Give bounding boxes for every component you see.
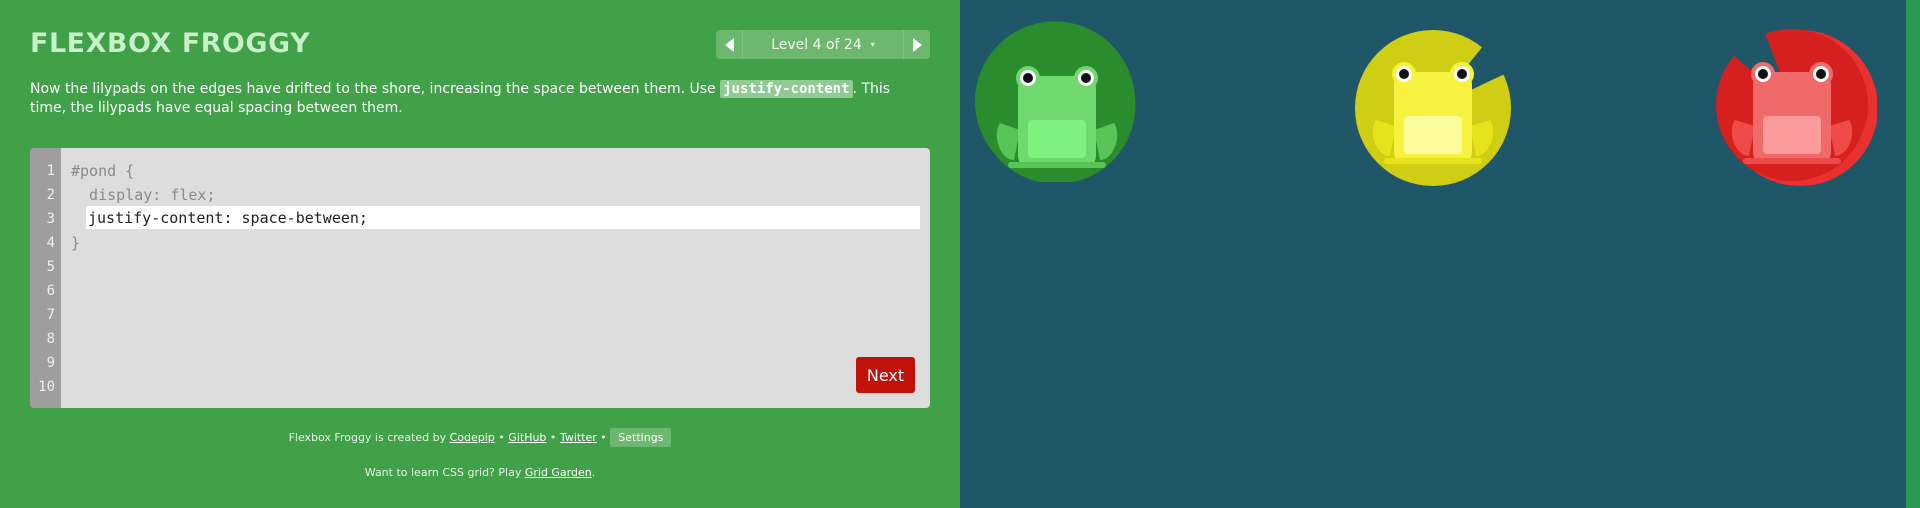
grid-garden-promo: Want to learn CSS grid? Play Grid Garden… — [0, 466, 960, 479]
code-line-selector: #pond { — [71, 162, 135, 180]
line-number: 10 — [38, 379, 55, 395]
yellow-frog-icon — [1355, 30, 1513, 186]
level-navigation: Level 4 of 24 ▾ — [716, 30, 930, 59]
code-keyword[interactable]: justify-content — [720, 80, 853, 98]
line-number: 8 — [46, 331, 55, 347]
logo: FLEXBOX FROGGY — [30, 28, 311, 59]
code-editor: 1 2 3 4 5 6 7 8 9 10 #pond { display: fl… — [30, 148, 930, 408]
line-number: 2 — [46, 187, 55, 203]
settings-button[interactable]: Settings — [610, 428, 672, 447]
red-frog-icon — [1716, 25, 1878, 186]
app-root: FLEXBOX FROGGY Level 4 of 24 ▾ Now the l… — [0, 0, 1920, 508]
sidebar: FLEXBOX FROGGY Level 4 of 24 ▾ Now the l… — [0, 0, 960, 508]
green-frog-icon — [975, 21, 1136, 182]
line-number: 9 — [46, 355, 55, 371]
bullet-separator: • — [549, 431, 557, 444]
grid-garden-link[interactable]: Grid Garden — [525, 466, 592, 479]
line-number: 6 — [46, 283, 55, 299]
yellow-lilypad-frog — [1348, 20, 1518, 190]
line-number-gutter: 1 2 3 4 5 6 7 8 9 10 — [30, 148, 61, 408]
line-number: 7 — [46, 307, 55, 323]
code-line-display: display: flex; — [71, 186, 216, 204]
credits: Flexbox Froggy is created by Codepip • G… — [0, 428, 960, 447]
caret-down-icon: ▾ — [870, 40, 875, 49]
red-lilypad-frog — [1707, 20, 1878, 190]
promo-text: Want to learn CSS grid? Play — [364, 466, 522, 479]
line-number: 3 — [46, 211, 55, 227]
promo-suffix: . — [591, 466, 596, 479]
instructions: Now the lilypads on the edges have drift… — [30, 80, 910, 118]
css-code-input[interactable] — [86, 206, 920, 229]
codepip-link[interactable]: Codepip — [450, 431, 495, 444]
credits-text: Flexbox Froggy is created by — [288, 431, 447, 444]
level-dropdown[interactable]: Level 4 of 24 ▾ — [743, 30, 903, 59]
level-label: Level 4 of 24 — [771, 36, 862, 53]
line-number: 5 — [46, 259, 55, 275]
line-number: 4 — [46, 235, 55, 251]
bullet-separator: • — [498, 431, 505, 444]
next-level-button[interactable] — [903, 30, 930, 59]
bullet-separator: • — [600, 431, 607, 444]
code-line-closing-brace: } — [71, 234, 81, 252]
arrow-left-icon — [724, 37, 734, 52]
green-lilypad-frog — [972, 20, 1142, 190]
line-number: 1 — [46, 163, 55, 179]
twitter-link[interactable]: Twitter — [560, 431, 597, 444]
arrow-right-icon — [912, 37, 922, 52]
next-button[interactable]: Next — [856, 357, 915, 393]
github-link[interactable]: GitHub — [508, 431, 546, 444]
right-edge-strip — [1906, 0, 1920, 508]
previous-level-button[interactable] — [716, 30, 743, 59]
pond — [960, 0, 1906, 508]
instructions-text-before: Now the lilypads on the edges have drift… — [30, 81, 721, 97]
